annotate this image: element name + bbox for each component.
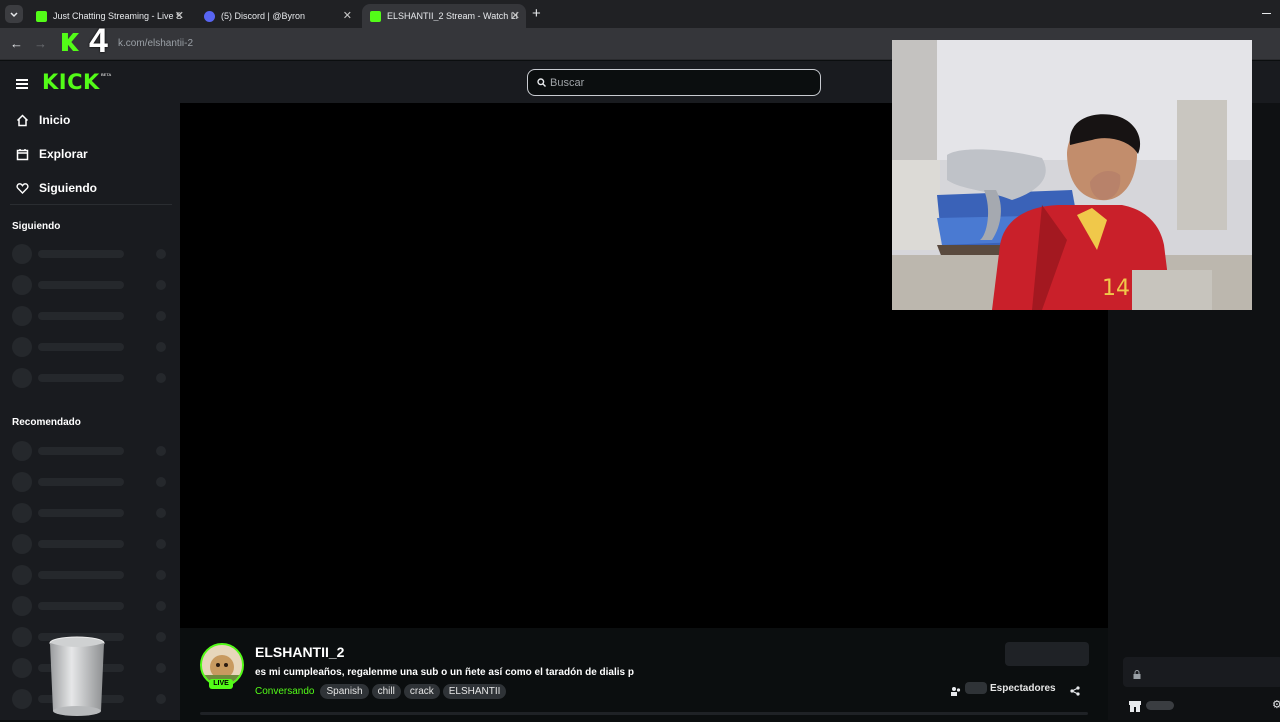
- discord-icon: [204, 10, 215, 22]
- tab-title: (5) Discord | @Byron: [221, 11, 305, 21]
- viewer-count-skeleton: [965, 682, 987, 694]
- kick-k-icon: [62, 33, 79, 51]
- kick-logo[interactable]: KICK: [42, 70, 100, 94]
- webcam-overlay: 14: [892, 40, 1252, 310]
- loading-skeleton-row: [12, 565, 172, 585]
- loading-skeleton-row: [12, 472, 172, 492]
- close-icon[interactable]: ✕: [511, 9, 520, 22]
- loading-skeleton-row: [12, 368, 172, 388]
- tag-chip[interactable]: ELSHANTII: [442, 684, 507, 699]
- home-icon: [16, 113, 29, 126]
- category-link[interactable]: Conversando: [255, 686, 314, 697]
- search-input[interactable]: Buscar: [527, 69, 821, 96]
- follow-button-skeleton[interactable]: [1005, 642, 1089, 666]
- sidebar-item-label: Inicio: [39, 113, 71, 127]
- svg-text:14: 14: [1102, 276, 1130, 301]
- browser-tab-active[interactable]: ELSHANTII_2 Stream - Watch Li ✕: [362, 4, 526, 28]
- chat-input[interactable]: [1123, 657, 1280, 687]
- new-tab-icon[interactable]: +: [532, 5, 541, 22]
- close-icon[interactable]: ✕: [175, 9, 184, 22]
- loading-skeleton-row: [12, 275, 172, 295]
- glass-cup-overlay: [48, 635, 106, 717]
- minimize-icon[interactable]: [1262, 13, 1271, 14]
- viewers-label: Espectadores: [990, 683, 1056, 694]
- sidebar: Inicio Explorar Siguiendo Siguiendo Reco…: [0, 103, 180, 720]
- loading-skeleton-row: [12, 534, 172, 554]
- tab-search-icon[interactable]: [5, 5, 23, 23]
- loading-skeleton-row: [12, 441, 172, 461]
- sidebar-item-siguiendo[interactable]: Siguiendo: [16, 181, 97, 195]
- search-placeholder: Buscar: [550, 76, 585, 89]
- menu-icon[interactable]: [16, 76, 28, 89]
- close-icon[interactable]: ✕: [343, 9, 352, 22]
- kick-icon: [370, 10, 381, 22]
- browser-tab[interactable]: Just Chatting Streaming - Live S ✕: [28, 4, 190, 28]
- lock-icon: [1133, 666, 1141, 679]
- loading-skeleton-row: [12, 503, 172, 523]
- tag-chip[interactable]: chill: [371, 684, 401, 699]
- divider: [10, 204, 172, 205]
- loading-skeleton-row: [12, 337, 172, 357]
- viewers-icon: [951, 683, 961, 696]
- tags-row: Conversando Spanish chill crack ELSHANTI…: [255, 684, 509, 699]
- address-text[interactable]: k.com/elshantii-2: [118, 38, 193, 49]
- tag-chip[interactable]: Spanish: [320, 684, 369, 699]
- divider: [200, 712, 1088, 715]
- stream-info: LIVE ELSHANTII_2 es mi cumpleaños, regal…: [180, 628, 1108, 720]
- loading-skeleton-row: [12, 596, 172, 616]
- sidebar-item-label: Siguiendo: [39, 181, 97, 195]
- overlay-number: 4: [89, 22, 108, 60]
- store-icon[interactable]: [1129, 699, 1141, 712]
- kick-icon: [36, 10, 47, 22]
- section-title-siguiendo: Siguiendo: [12, 221, 61, 232]
- tab-title: ELSHANTII_2 Stream - Watch Li: [387, 11, 518, 21]
- loading-skeleton-row: [12, 306, 172, 326]
- back-icon[interactable]: ←: [10, 36, 23, 51]
- browser-tab-bar: Just Chatting Streaming - Live S ✕ (5) D…: [0, 0, 1280, 28]
- browser-tab[interactable]: (5) Discord | @Byron ✕: [196, 4, 358, 28]
- section-title-recomendado: Recomendado: [12, 417, 81, 428]
- compass-icon: [16, 148, 29, 160]
- beta-badge: BETA: [101, 72, 112, 77]
- search-icon: [537, 78, 546, 90]
- loading-skeleton-row: [12, 244, 172, 264]
- stream-title: es mi cumpleaños, regalenme una sub o un…: [255, 667, 634, 678]
- heart-icon: [16, 182, 29, 194]
- sidebar-item-inicio[interactable]: Inicio: [16, 113, 70, 127]
- channel-name[interactable]: ELSHANTII_2: [255, 644, 344, 660]
- points-skeleton: [1146, 701, 1174, 710]
- share-icon[interactable]: [1070, 683, 1080, 696]
- tag-chip[interactable]: crack: [403, 684, 440, 699]
- forward-icon[interactable]: →: [34, 36, 47, 51]
- sidebar-item-explorar[interactable]: Explorar: [16, 147, 88, 161]
- sidebar-item-label: Explorar: [39, 147, 88, 161]
- settings-icon[interactable]: ⚙: [1272, 698, 1280, 711]
- live-badge: LIVE: [209, 679, 233, 689]
- tab-title: Just Chatting Streaming - Live S: [53, 11, 182, 21]
